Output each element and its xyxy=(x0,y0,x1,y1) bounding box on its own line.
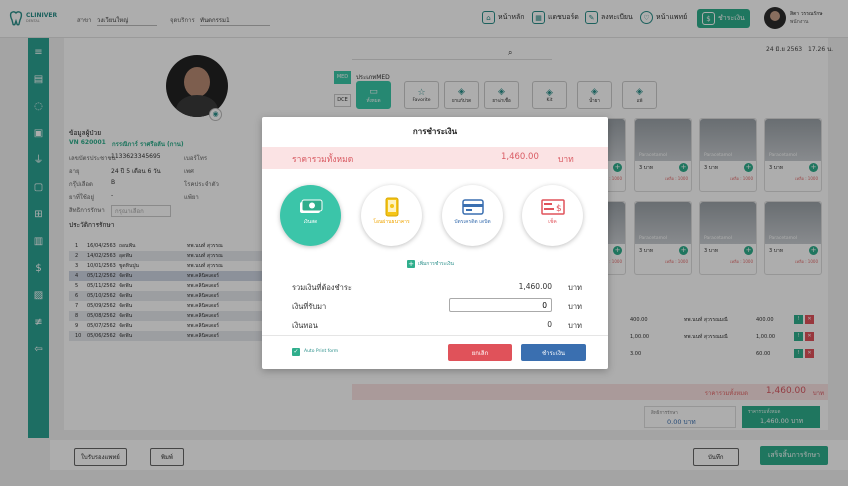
change-value: 0 xyxy=(547,320,552,329)
change-row: เงินทอน 0 บาท xyxy=(292,320,582,332)
amount-due-unit: บาท xyxy=(568,283,582,292)
auto-print-checkbox[interactable]: ✓ xyxy=(292,348,300,356)
amount-received-label: เงินที่รับมา xyxy=(292,302,327,311)
payment-modal: การชำระเงิน ราคารวมทั้งหมด 1,460.00 บาท … xyxy=(262,117,608,369)
change-unit: บาท xyxy=(568,321,582,330)
modal-total-unit: บาท xyxy=(558,155,574,165)
payment-method-cash[interactable]: เงินสด xyxy=(280,185,341,246)
modal-title: การชำระเงิน xyxy=(412,127,458,136)
payment-method-card[interactable]: บัตรเครดิต เดบิต xyxy=(442,185,503,246)
confirm-payment-button[interactable]: ชำระเงิน xyxy=(521,344,586,361)
modal-total-label: ราคารวมทั้งหมด xyxy=(292,155,354,165)
change-label: เงินทอน xyxy=(292,321,318,330)
mobile-transfer-icon xyxy=(380,197,404,217)
amount-received-row: เงินที่รับมา บาท xyxy=(292,298,582,313)
amount-due-label: รวมเงินที่ต้องชำระ xyxy=(292,283,352,292)
cheque-icon: $ xyxy=(540,198,565,216)
svg-text:$: $ xyxy=(556,204,562,214)
payment-method-label: โอนผ่านธนาคาร xyxy=(373,219,410,225)
credit-card-icon xyxy=(461,198,485,216)
add-payment-label: เพิ่มการชำระเงิน xyxy=(418,261,454,267)
modal-footer: ✓ Auto Print form ยกเลิก ชำระเงิน xyxy=(262,335,608,369)
cash-icon xyxy=(299,198,323,216)
amount-received-input[interactable] xyxy=(449,298,552,312)
payment-method-label: เงินสด xyxy=(303,219,318,225)
amount-received-unit: บาท xyxy=(568,302,582,311)
payment-method-label: เช็ค xyxy=(548,219,557,225)
payment-method-cheque[interactable]: $ เช็ค xyxy=(522,185,583,246)
amount-due-value: 1,460.00 xyxy=(518,282,552,291)
auto-print-label: Auto Print form xyxy=(304,349,339,354)
amount-due-row: รวมเงินที่ต้องชำระ 1,460.00 บาท xyxy=(292,282,582,294)
add-payment-method[interactable]: + เพิ่มการชำระเงิน xyxy=(407,260,454,268)
payment-method-bank-transfer[interactable]: โอนผ่านธนาคาร xyxy=(361,185,422,246)
modal-total-band: ราคารวมทั้งหมด 1,460.00 บาท xyxy=(262,147,608,169)
plus-icon: + xyxy=(407,260,415,268)
modal-total-value: 1,460.00 xyxy=(501,152,539,162)
payment-method-label: บัตรเครดิต เดบิต xyxy=(454,219,491,225)
cancel-button[interactable]: ยกเลิก xyxy=(448,344,512,361)
